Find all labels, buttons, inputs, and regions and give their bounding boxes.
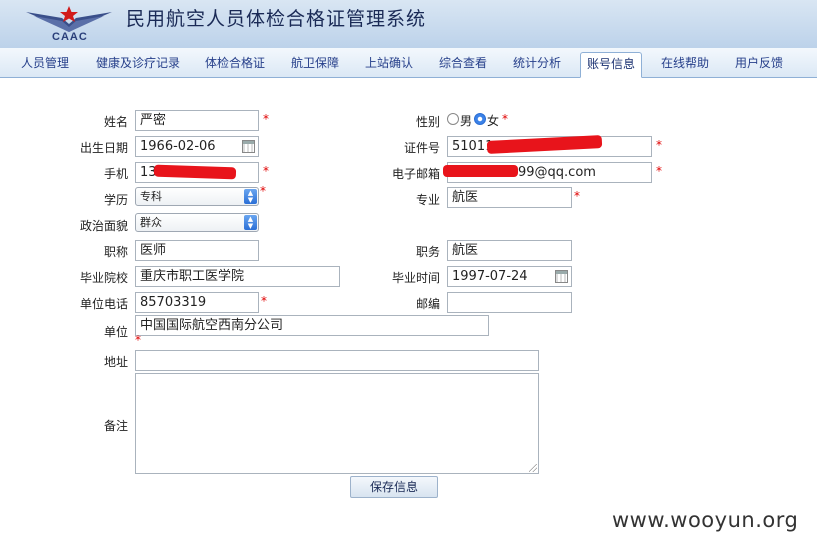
education-label: 学历	[103, 193, 128, 207]
name-label: 姓名	[103, 115, 128, 129]
watermark-text: www.wooyun.org	[612, 508, 799, 532]
main-nav: 人员管理 健康及诊疗记录 体检合格证 航卫保障 上站确认 综合查看 统计分析 账…	[0, 48, 817, 78]
save-button[interactable]: 保存信息	[350, 476, 438, 498]
required-mark: *	[263, 112, 269, 126]
phone-label: 手机	[103, 167, 128, 181]
work-phone-field[interactable]: 85703319	[135, 292, 259, 313]
nav-item-personnel[interactable]: 人员管理	[14, 54, 76, 78]
required-mark: *	[135, 333, 141, 347]
address-label: 地址	[103, 355, 128, 369]
required-mark: *	[656, 164, 662, 178]
nav-item-medical-support[interactable]: 航卫保障	[284, 54, 346, 78]
required-mark: *	[263, 164, 269, 178]
address-field[interactable]	[135, 350, 539, 371]
nav-item-health-records[interactable]: 健康及诊疗记录	[90, 54, 186, 78]
birth-date-label: 出生日期	[79, 141, 128, 155]
gender-female-radio[interactable]	[474, 113, 486, 125]
politics-label: 政治面貌	[79, 219, 128, 233]
birth-date-value: 1966-02-06	[140, 139, 216, 154]
school-field[interactable]: 重庆市职工医学院	[135, 266, 340, 287]
gender-male-label: 男	[460, 114, 473, 128]
calendar-icon[interactable]	[555, 270, 568, 283]
logo-text: CAAC	[52, 31, 88, 43]
gender-female-label: 女	[487, 114, 500, 128]
title-field[interactable]: 医师	[135, 240, 259, 261]
gender-label: 性别	[415, 115, 440, 129]
required-mark: *	[260, 184, 266, 198]
chevron-updown-icon: ▲ ▼	[244, 215, 257, 230]
nav-item-certificate[interactable]: 体检合格证	[200, 54, 270, 78]
redaction-mark	[443, 165, 518, 177]
work-phone-label: 单位电话	[79, 297, 128, 311]
required-mark: *	[261, 294, 267, 308]
postcode-field[interactable]	[447, 292, 572, 313]
nav-item-overview[interactable]: 综合查看	[432, 54, 494, 78]
required-mark: *	[656, 138, 662, 152]
title-label: 职称	[103, 245, 128, 259]
required-mark: *	[574, 189, 580, 203]
grad-date-value: 1997-07-24	[452, 269, 528, 284]
remark-label: 备注	[103, 419, 128, 433]
company-label: 单位	[103, 325, 128, 339]
gender-male-radio[interactable]	[447, 113, 459, 125]
postcode-label: 邮编	[415, 297, 440, 311]
major-field[interactable]: 航医	[447, 187, 572, 208]
politics-select[interactable]: 群众 ▲ ▼	[135, 213, 259, 232]
calendar-icon[interactable]	[242, 140, 255, 153]
nav-item-station-confirm[interactable]: 上站确认	[358, 54, 420, 78]
nav-item-statistics[interactable]: 统计分析	[506, 54, 568, 78]
app-title: 民用航空人员体检合格证管理系统	[126, 8, 427, 30]
nav-item-feedback[interactable]: 用户反馈	[728, 54, 790, 78]
politics-value: 群众	[140, 216, 162, 229]
id-number-label: 证件号	[403, 141, 440, 155]
required-mark: *	[502, 112, 508, 126]
education-value: 专科	[140, 190, 162, 203]
education-select[interactable]: 专科 ▲ ▼	[135, 187, 259, 206]
chevron-updown-icon: ▲ ▼	[244, 189, 257, 204]
grad-date-field[interactable]: 1997-07-24	[447, 266, 572, 287]
email-label: 电子邮箱	[391, 167, 440, 181]
duty-field[interactable]: 航医	[447, 240, 572, 261]
remark-textarea[interactable]	[135, 373, 539, 474]
birth-date-field[interactable]: 1966-02-06	[135, 136, 259, 157]
name-field[interactable]: 严密	[135, 110, 259, 131]
grad-date-label: 毕业时间	[391, 271, 440, 285]
nav-item-online-help[interactable]: 在线帮助	[654, 54, 716, 78]
resize-handle-icon[interactable]	[529, 464, 537, 472]
major-label: 专业	[415, 193, 440, 207]
app-header: CAAC 民用航空人员体检合格证管理系统	[0, 0, 817, 48]
duty-label: 职务	[415, 245, 440, 259]
school-label: 毕业院校	[79, 271, 128, 285]
tab-account-info[interactable]: 账号信息	[580, 52, 642, 78]
company-field[interactable]: 中国国际航空西南分公司	[135, 315, 489, 336]
